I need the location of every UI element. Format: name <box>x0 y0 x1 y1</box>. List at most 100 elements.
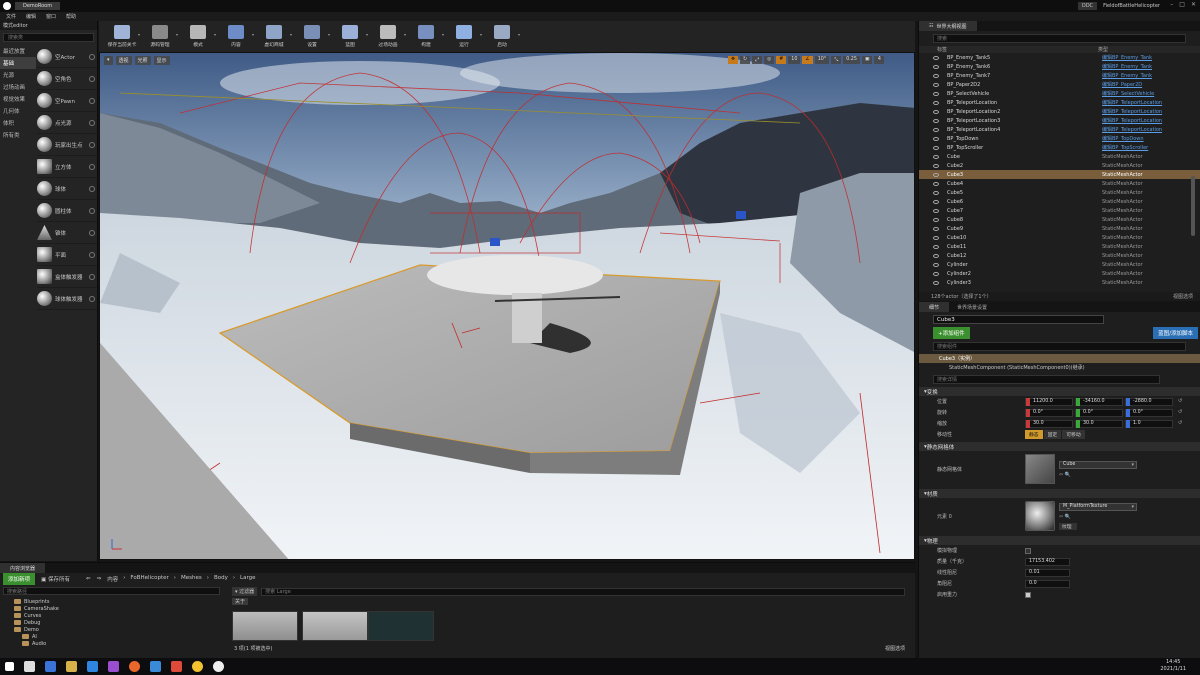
physics-number-field[interactable]: 0.01 <box>1025 568 1070 577</box>
placeable-item[interactable]: 空Actor <box>37 46 97 68</box>
category-item[interactable]: 几何体 <box>0 105 36 117</box>
visibility-eye-icon[interactable] <box>933 226 939 231</box>
col-label[interactable]: 标签 <box>937 46 1098 53</box>
grid-snap-icon[interactable]: # <box>776 56 787 64</box>
placeable-item[interactable]: 平面 <box>37 244 97 266</box>
chevron-down-icon[interactable]: ▾ <box>442 32 444 37</box>
scale-snap-icon[interactable]: ⤡ <box>831 56 842 64</box>
world-settings-tab[interactable]: 世界场景设置 <box>949 302 995 313</box>
visibility-eye-icon[interactable] <box>933 244 939 249</box>
scale-tool-icon[interactable]: ⤢ <box>752 56 763 64</box>
transform-section[interactable]: ▾ 变换 <box>919 387 1200 396</box>
placeable-item[interactable]: 空Pawn <box>37 90 97 112</box>
material-thumbnail[interactable] <box>1025 501 1055 531</box>
minimize-icon[interactable]: – <box>1170 1 1173 8</box>
modes-tab[interactable]: 模式editor <box>0 21 97 30</box>
chevron-down-icon[interactable]: ▾ <box>176 32 178 37</box>
info-icon[interactable] <box>89 163 95 170</box>
mobility-static[interactable]: 静态 <box>1025 430 1043 439</box>
world-space-icon[interactable]: ◎ <box>764 56 775 64</box>
materials-section[interactable]: ▾ 材质 <box>919 489 1200 498</box>
details-search-input[interactable]: 搜索详情 <box>933 375 1160 384</box>
breadcrumb-item[interactable]: 内容 <box>107 575 118 583</box>
back-icon[interactable]: ⇐ <box>86 576 91 582</box>
visibility-eye-icon[interactable] <box>933 163 939 168</box>
visibility-eye-icon[interactable] <box>933 136 939 141</box>
chevron-down-icon[interactable]: ▾ <box>214 32 216 37</box>
category-item[interactable]: 最近放置 <box>0 45 36 57</box>
level-viewport[interactable] <box>99 52 915 560</box>
root-component[interactable]: Cube3（实例） <box>919 354 1200 363</box>
location-field[interactable]: 11200.0 <box>1025 397 1073 406</box>
toolbar-button[interactable]: 蓝图 ▾ <box>331 21 369 52</box>
physics-number-field[interactable]: 17153.402 <box>1025 557 1070 566</box>
tag-chip[interactable]: 关于 <box>232 598 249 605</box>
perspective-button[interactable]: 透视 <box>115 56 132 65</box>
outliner-row[interactable]: Cube2 StaticMeshActor <box>919 161 1200 170</box>
folder-item[interactable]: Audio <box>0 640 228 647</box>
outliner-row[interactable]: Cylinder StaticMeshActor <box>919 260 1200 269</box>
info-icon[interactable] <box>89 119 95 126</box>
content-browser-tab[interactable]: 内容浏览器 <box>0 563 46 573</box>
visibility-eye-icon[interactable] <box>933 262 939 267</box>
folder-item[interactable]: Debug <box>0 619 228 626</box>
visibility-eye-icon[interactable] <box>933 91 939 96</box>
actor-type[interactable]: 编辑BP_Enemy_Tank <box>1102 63 1152 70</box>
clock[interactable]: 14:45 2021/1/11 <box>1160 659 1186 673</box>
toolbar-button[interactable]: 模式 ▾ <box>179 21 217 52</box>
mobility-movable[interactable]: 可移动 <box>1062 430 1085 439</box>
menu-help[interactable]: 帮助 <box>66 13 76 20</box>
visibility-eye-icon[interactable] <box>933 82 939 87</box>
explorer-icon[interactable] <box>45 661 56 672</box>
menu-file[interactable]: 文件 <box>6 13 16 20</box>
category-item[interactable]: 所有类 <box>0 129 36 141</box>
material-browse-icon[interactable]: ⇦ 🔍 <box>1059 514 1137 520</box>
info-icon[interactable] <box>89 295 95 302</box>
close-icon[interactable]: ✕ <box>1191 1 1196 8</box>
location-field[interactable]: -2880.0 <box>1125 397 1173 406</box>
app4-icon[interactable] <box>171 661 182 672</box>
menu-window[interactable]: 窗口 <box>46 13 56 20</box>
outliner-row[interactable]: Cube12 StaticMeshActor <box>919 251 1200 260</box>
placeable-item[interactable]: 圆柱体 <box>37 200 97 222</box>
category-item[interactable]: 体积 <box>0 117 36 129</box>
scale-field[interactable]: 30.0 <box>1025 419 1073 428</box>
camera-speed-value[interactable]: 4 <box>874 56 885 64</box>
visibility-eye-icon[interactable] <box>933 64 939 69</box>
chevron-down-icon[interactable]: ▾ <box>480 32 482 37</box>
blueprint-script-button[interactable]: 蓝图/添加脚本 <box>1153 327 1198 339</box>
asset-thumbnail[interactable] <box>302 611 368 641</box>
visibility-eye-icon[interactable] <box>933 190 939 195</box>
outliner-row[interactable]: BP_Enemy_Tank5 编辑BP_Enemy_Tank <box>919 53 1200 62</box>
app-icon[interactable] <box>87 661 98 672</box>
outliner-row[interactable]: BP_SelectVehicle 编辑BP_SelectVehicle <box>919 89 1200 98</box>
info-icon[interactable] <box>89 207 95 214</box>
info-icon[interactable] <box>89 273 95 280</box>
folder-item[interactable]: Curves <box>0 612 228 619</box>
camera-speed-icon[interactable]: ▣ <box>861 56 873 64</box>
toolbar-button[interactable]: 虚幻商城 ▾ <box>255 21 293 52</box>
outliner-row[interactable]: BP_Paper2D2 编辑BP_Paper2D <box>919 80 1200 89</box>
physics-number-field[interactable]: 0.0 <box>1025 579 1070 588</box>
placeable-item[interactable]: 玩家出生点 <box>37 134 97 156</box>
outliner-row[interactable]: BP_TeleportLocation 编辑BP_TeleportLocation <box>919 98 1200 107</box>
location-field[interactable]: -34160.0 <box>1075 397 1123 406</box>
toolbar-button[interactable]: 内容 ▾ <box>217 21 255 52</box>
actor-type[interactable]: 编辑BP_TeleportLocation <box>1102 108 1162 115</box>
outliner-row[interactable]: Cube8 StaticMeshActor <box>919 215 1200 224</box>
chevron-down-icon[interactable]: ▾ <box>404 32 406 37</box>
folder-item[interactable]: AI <box>0 633 228 640</box>
level-tab[interactable]: DemoRoom <box>15 2 61 10</box>
visibility-eye-icon[interactable] <box>933 154 939 159</box>
static-mesh-dropdown[interactable]: Cube <box>1059 460 1137 469</box>
outliner-row[interactable]: BP_TeleportLocation4 编辑BP_TeleportLocatio… <box>919 125 1200 134</box>
physics-section[interactable]: ▾ 物理 <box>919 536 1200 545</box>
visibility-eye-icon[interactable] <box>933 145 939 150</box>
col-type[interactable]: 类型 <box>1098 46 1108 53</box>
breadcrumb-item[interactable]: Large <box>240 575 255 583</box>
visibility-eye-icon[interactable] <box>933 55 939 60</box>
visibility-eye-icon[interactable] <box>933 172 939 177</box>
toolbar-button[interactable]: 设置 ▾ <box>293 21 331 52</box>
info-icon[interactable] <box>89 229 95 236</box>
breadcrumb-item[interactable]: FoBHelicopter <box>130 575 168 583</box>
